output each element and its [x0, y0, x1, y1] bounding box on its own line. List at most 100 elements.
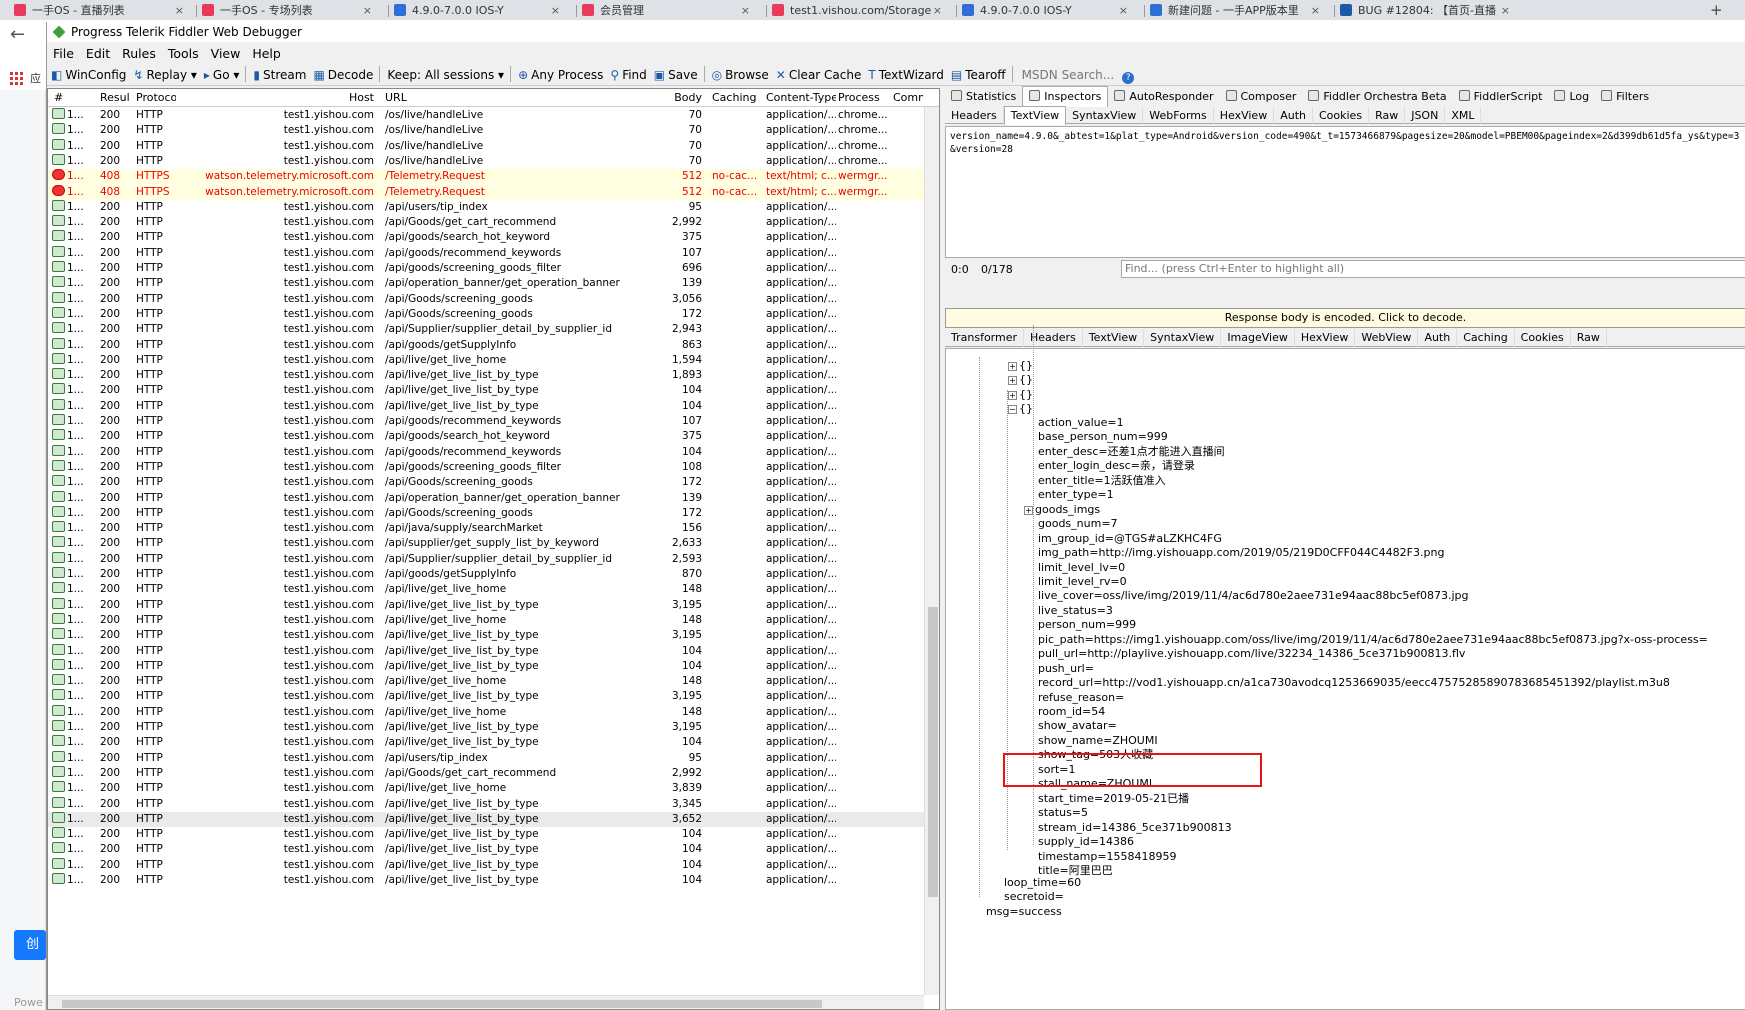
tab-statistics[interactable]: Statistics — [945, 87, 1022, 107]
find-input[interactable]: Find... (press Ctrl+Enter to highlight a… — [1121, 260, 1745, 278]
browser-tab[interactable]: 4.9.0-7.0.0 IOS-Y × — [962, 2, 1134, 20]
tree-field[interactable]: enter_type=1 — [1038, 488, 1114, 502]
toolbar-replay-button[interactable]: ↯ Replay ▾ — [133, 64, 197, 85]
table-row[interactable]: 1... 200 HTTP test1.yishou.com/api/live/get… — [48, 368, 924, 383]
table-row[interactable]: 1... 200 HTTP test1.yishou.com/api/java/sup… — [48, 521, 924, 536]
request-tab-raw[interactable]: Raw — [1369, 107, 1406, 125]
table-row[interactable]: 1... 200 HTTP test1.yishou.com/api/goods/sc… — [48, 459, 924, 475]
request-tab-json[interactable]: JSON — [1405, 107, 1446, 125]
column-header-caching[interactable]: Caching — [712, 89, 762, 107]
browser-tab[interactable]: 4.9.0-7.0.0 IOS-Y × — [394, 2, 566, 20]
table-row[interactable]: 1... 200 HTTP test1.yishou.com/api/live/get… — [48, 398, 924, 414]
table-row[interactable]: 1... 200 HTTP test1.yishou.com/api/live/get… — [48, 842, 924, 857]
expand-icon[interactable]: + — [1008, 376, 1017, 385]
expand-icon[interactable]: + — [1008, 362, 1017, 371]
table-row[interactable]: 1... 200 HTTP test1.yishou.com/api/Goods/sc… — [48, 475, 924, 490]
table-row[interactable]: 1... 200 HTTP test1.yishou.com/api/users/ti… — [48, 750, 924, 766]
table-row[interactable]: 1... 200 HTTP test1.yishou.com/os/live/hand… — [48, 138, 924, 154]
table-row[interactable]: 1... 200 HTTP test1.yishou.com/api/Goods/sc… — [48, 291, 924, 307]
close-icon[interactable]: × — [363, 2, 372, 20]
tree-field[interactable]: stream_id=14386_5ce371b900813 — [1038, 821, 1232, 835]
table-row[interactable]: 1... 200 HTTP test1.yishou.com/api/operatio… — [48, 490, 924, 506]
back-icon[interactable]: ← — [10, 24, 25, 45]
apps-grid-icon[interactable] — [10, 72, 23, 85]
close-icon[interactable]: × — [1119, 2, 1128, 20]
msdn-search-input[interactable]: MSDN Search... — [1022, 64, 1115, 85]
table-row[interactable]: 1... 200 HTTP test1.yishou.com/api/live/get… — [48, 612, 924, 628]
tab-composer[interactable]: Composer — [1220, 87, 1303, 107]
column-header-comments[interactable]: Comme — [893, 89, 923, 107]
table-row[interactable]: 1... 408 HTTPS watson.telemetry.microsoft.c… — [48, 184, 924, 200]
table-row[interactable]: 1... 200 HTTP test1.yishou.com/api/Goods/sc… — [48, 505, 924, 521]
expand-icon[interactable]: + — [1024, 505, 1033, 515]
close-icon[interactable]: × — [1501, 2, 1510, 20]
request-tab-hexview[interactable]: HexView — [1214, 107, 1275, 125]
tree-field[interactable]: person_num=999 — [1038, 618, 1136, 632]
scroll-thumb[interactable] — [928, 607, 938, 897]
tree-node-expanded[interactable]: −{} — [1008, 402, 1033, 416]
request-tab-syntaxview[interactable]: SyntaxView — [1066, 107, 1144, 125]
column-header-content-type[interactable]: Content-Type — [766, 89, 836, 107]
browser-tab[interactable]: BUG #12804: 【首页-直播 × — [1340, 2, 1516, 20]
column-header-result[interactable]: Result — [100, 89, 130, 107]
table-row[interactable]: 1... 200 HTTP test1.yishou.com/api/live/get… — [48, 352, 924, 368]
toolbar-decode-button[interactable]: ▦ Decode — [313, 64, 373, 85]
column-header-url[interactable]: URL — [385, 89, 660, 107]
menu-file[interactable]: File — [53, 46, 74, 61]
tree-field[interactable]: supply_id=14386 — [1038, 835, 1134, 849]
tree-field[interactable]: pull_url=http://playlive.yishouapp.com/l… — [1038, 647, 1465, 661]
table-row[interactable]: 1... 200 HTTP test1.yishou.com/api/live/get… — [48, 643, 924, 659]
close-icon[interactable]: × — [175, 2, 184, 20]
table-row[interactable]: 1... 200 HTTP test1.yishou.com/api/live/get… — [48, 383, 924, 398]
table-row[interactable]: 1... 200 HTTP test1.yishou.com/api/Goods/sc… — [48, 306, 924, 322]
tree-field[interactable]: show_avatar= — [1038, 719, 1117, 733]
tree-field[interactable]: status=5 — [1038, 806, 1088, 820]
response-tab-hexview[interactable]: HexView — [1295, 329, 1356, 347]
tree-field[interactable]: refuse_reason= — [1038, 691, 1124, 705]
menu-help[interactable]: Help — [252, 46, 281, 61]
vertical-scrollbar[interactable] — [924, 107, 939, 995]
tree-field[interactable]: show_name=ZHOUMI — [1038, 734, 1158, 748]
table-row[interactable]: 1... 200 HTTP test1.yishou.com/api/live/get… — [48, 781, 924, 796]
tab-autoresponder[interactable]: AutoResponder — [1108, 87, 1219, 107]
column-header-protocol[interactable]: Protocol — [136, 89, 176, 107]
tree-field[interactable]: goods_num=7 — [1038, 517, 1118, 531]
column-header-body[interactable]: Body — [658, 89, 702, 107]
tree-field[interactable]: msg=success — [986, 905, 1062, 919]
close-icon[interactable]: × — [551, 2, 560, 20]
request-textview[interactable]: version_name=4.9.0&_abtest=1&plat_type=A… — [945, 126, 1745, 258]
table-row[interactable]: 1... 200 HTTP test1.yishou.com/api/goods/ge… — [48, 567, 924, 582]
tree-field[interactable]: limit_level_lv=0 — [1038, 561, 1125, 575]
toolbar-stream-button[interactable]: ▮ Stream — [253, 64, 306, 85]
tree-field[interactable]: enter_title=1活跃值准入 — [1038, 474, 1166, 488]
browser-tab[interactable]: 一手OS - 直播列表 × — [14, 2, 190, 20]
request-tab-auth[interactable]: Auth — [1274, 107, 1313, 125]
table-row[interactable]: 1... 200 HTTP test1.yishou.com/api/live/get… — [48, 720, 924, 735]
close-icon[interactable]: × — [741, 2, 750, 20]
request-tab-webforms[interactable]: WebForms — [1143, 107, 1214, 125]
table-row[interactable]: 1... 200 HTTP test1.yishou.com/api/Goods/ge… — [48, 215, 924, 230]
new-tab-button[interactable]: + — [1710, 0, 1723, 20]
toolbar-browse-button[interactable]: ◎ Browse — [712, 64, 769, 85]
response-tab-cookies[interactable]: Cookies — [1515, 329, 1571, 347]
table-row[interactable]: 1... 200 HTTP test1.yishou.com/api/live/get… — [48, 689, 924, 704]
response-tab-auth[interactable]: Auth — [1418, 329, 1458, 347]
table-row[interactable]: 1... 200 HTTP test1.yishou.com/api/goods/se… — [48, 429, 924, 444]
expand-icon[interactable]: + — [1008, 391, 1017, 400]
table-row[interactable]: 1... 200 HTTP test1.yishou.com/os/live/hand… — [48, 123, 924, 138]
request-tab-xml[interactable]: XML — [1445, 107, 1482, 125]
response-tab-syntaxview[interactable]: SyntaxView — [1144, 329, 1222, 347]
response-tab-transformer[interactable]: Transformer — [945, 329, 1025, 347]
tree-field[interactable]: img_path=http://img.yishouapp.com/2019/0… — [1038, 546, 1444, 560]
tree-field[interactable]: secretoid= — [1004, 890, 1064, 904]
tree-field[interactable]: timestamp=1558418959 — [1038, 850, 1177, 864]
browser-tab[interactable]: 新建问题 - 一手APP版本里 × — [1150, 2, 1326, 20]
tab-inspectors[interactable]: Inspectors — [1022, 86, 1109, 107]
tree-field[interactable]: + goods_imgs — [1024, 503, 1100, 517]
close-icon[interactable]: × — [1311, 2, 1320, 20]
table-row[interactable]: 1... 200 HTTP test1.yishou.com/api/goods/re… — [48, 444, 924, 460]
decode-banner[interactable]: Response body is encoded. Click to decod… — [945, 308, 1745, 328]
response-tab-caching[interactable]: Caching — [1457, 329, 1515, 347]
table-row[interactable]: 1... 200 HTTP test1.yishou.com/api/goods/sc… — [48, 261, 924, 276]
table-row[interactable]: 1... 200 HTTP test1.yishou.com/api/operatio… — [48, 276, 924, 291]
